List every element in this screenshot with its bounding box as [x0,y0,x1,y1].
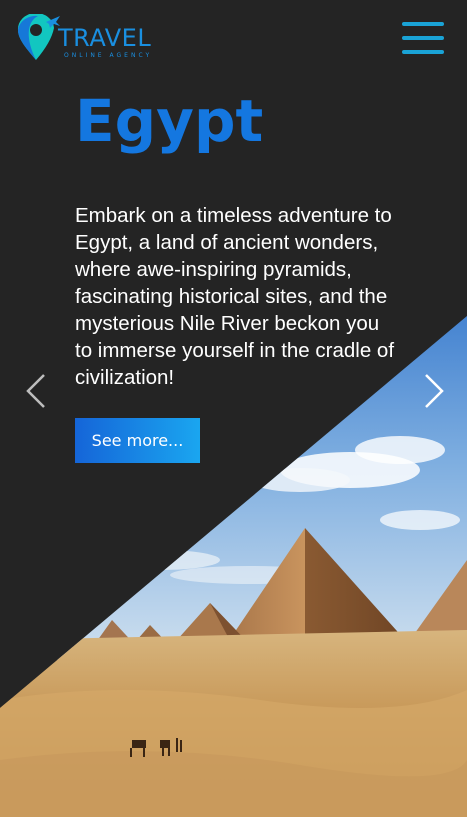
logo-text: TRAVEL [58,24,152,52]
location-pin-plane-icon [17,14,60,60]
chevron-left-icon[interactable] [24,372,48,410]
slide-title: Egypt [75,87,264,155]
hamburger-menu-icon[interactable] [402,22,444,56]
logo[interactable]: TRAVEL ONLINE AGENCY [16,14,166,62]
chevron-right-icon[interactable] [422,372,446,410]
slide-description: Embark on a timeless adventure to Egypt,… [75,204,395,389]
logo-subtext: ONLINE AGENCY [64,52,153,59]
see-more-button[interactable]: See more... [75,418,200,463]
hero-slide: TRAVEL ONLINE AGENCY Egypt Embark on a t… [0,0,467,817]
